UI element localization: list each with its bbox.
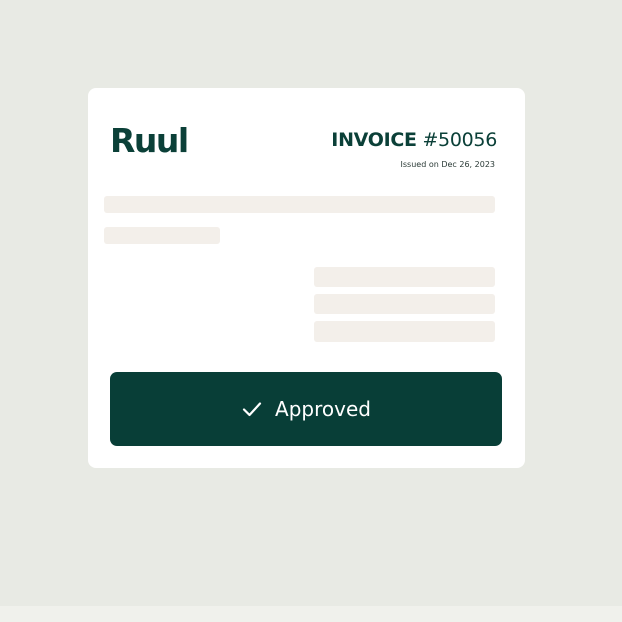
approved-button[interactable]: Approved <box>110 372 502 446</box>
bottom-strip <box>0 606 622 622</box>
placeholder-line <box>104 227 220 244</box>
placeholder-line <box>104 196 495 213</box>
invoice-label: INVOICE <box>331 129 417 151</box>
check-icon <box>241 398 263 420</box>
issued-date: Issued on Dec 26, 2023 <box>400 160 495 169</box>
invoice-title: INVOICE #50056 <box>331 131 497 150</box>
placeholder-line <box>314 321 495 342</box>
ruul-logo: Ruul <box>110 121 189 160</box>
placeholder-line <box>314 267 495 287</box>
placeholder-line <box>314 294 495 314</box>
approved-label: Approved <box>275 397 371 421</box>
invoice-card: Ruul INVOICE #50056 Issued on Dec 26, 20… <box>88 88 525 468</box>
invoice-number: #50056 <box>422 129 497 151</box>
